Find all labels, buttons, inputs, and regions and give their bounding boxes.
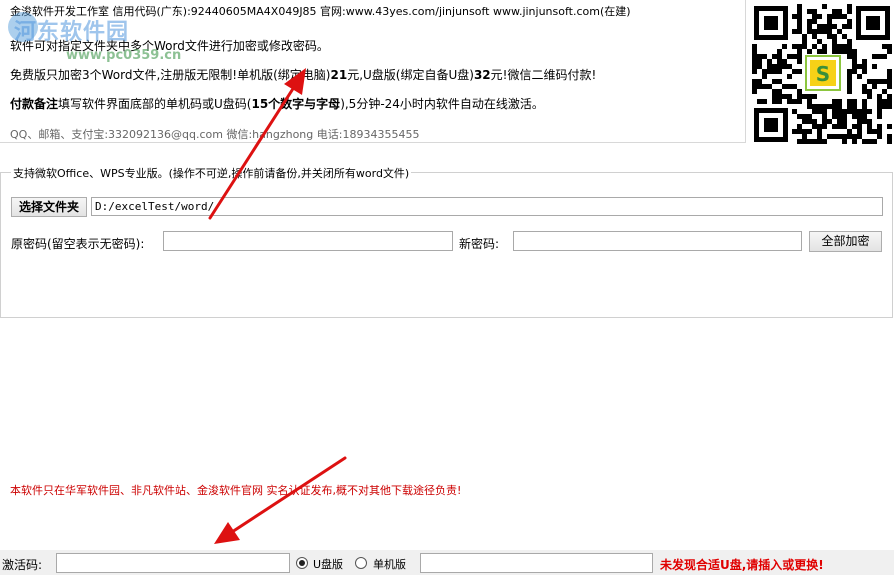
radio-unselected-icon[interactable]: [355, 557, 367, 569]
old-password-input[interactable]: [163, 231, 453, 251]
download-warning: 本软件只在华军软件园、非凡软件站、金浚软件官网 实名认证发布,概不对其他下载途径…: [10, 484, 462, 497]
payment-note-bold: 15个数字与字母: [251, 97, 341, 111]
payment-note-text-2: ),5分钟-24小时内软件自动在线激活。: [340, 97, 544, 111]
svg-text:S: S: [816, 62, 830, 86]
encrypt-all-button[interactable]: 全部加密: [809, 231, 882, 252]
bottom-bar: 激活码: U盘版 单机版 未发现合适U盘,请插入或更换!: [0, 550, 894, 575]
payment-note: 付款备注填写软件界面底部的单机码或U盘码(15个数字与字母),5分钟-24小时内…: [10, 95, 544, 112]
standalone-version-label[interactable]: 单机版: [373, 556, 406, 572]
machine-code-field: [420, 553, 653, 573]
usb-status-message: 未发现合适U盘,请插入或更换!: [660, 558, 824, 572]
watermark-url: www.pc0359.cn: [66, 48, 182, 63]
info-panel: 金浚软件开发工作室 信用代码(广东):92440605MA4X049J85 官网…: [0, 0, 746, 143]
activation-code-input[interactable]: [56, 553, 290, 573]
activation-label: 激活码:: [2, 558, 43, 572]
price-usb: 32: [473, 68, 491, 82]
price-standalone: 21: [330, 68, 348, 82]
pricing-text-1: 免费版只加密3个Word文件,注册版无限制!单机版(绑定电脑): [10, 68, 331, 82]
qr-code-icon: S: [752, 4, 892, 144]
new-password-label: 新密码:: [459, 237, 500, 251]
select-folder-button[interactable]: 选择文件夹: [11, 197, 87, 217]
contact-info: QQ、邮箱、支付宝:332092136@qq.com 微信:hangzhong …: [10, 128, 420, 141]
watermark-site: 河东软件园: [14, 19, 130, 45]
new-password-input[interactable]: [513, 231, 802, 251]
pricing-info: 免费版只加密3个Word文件,注册版无限制!单机版(绑定电脑)21元,U盘版(绑…: [10, 66, 596, 83]
usb-version-label[interactable]: U盘版: [313, 556, 343, 572]
old-password-label: 原密码(留空表示无密码):: [11, 237, 145, 251]
payment-note-text-1: 填写软件界面底部的单机码或U盘码(: [58, 97, 252, 111]
radio-selected-icon[interactable]: [296, 557, 308, 569]
pricing-text-3: 元!微信二维码付款!: [490, 68, 597, 82]
settings-group: 支持微软Office、WPS专业版。(操作不可逆,操作前请备份,并关闭所有wor…: [0, 165, 893, 318]
arrow-down-icon: [214, 456, 347, 544]
group-legend: 支持微软Office、WPS专业版。(操作不可逆,操作前请备份,并关闭所有wor…: [11, 165, 412, 181]
pricing-text-2: 元,U盘版(绑定自备U盘): [347, 68, 474, 82]
folder-path-input[interactable]: D:/excelTest/word/: [91, 197, 883, 216]
payment-note-title: 付款备注: [10, 97, 59, 111]
